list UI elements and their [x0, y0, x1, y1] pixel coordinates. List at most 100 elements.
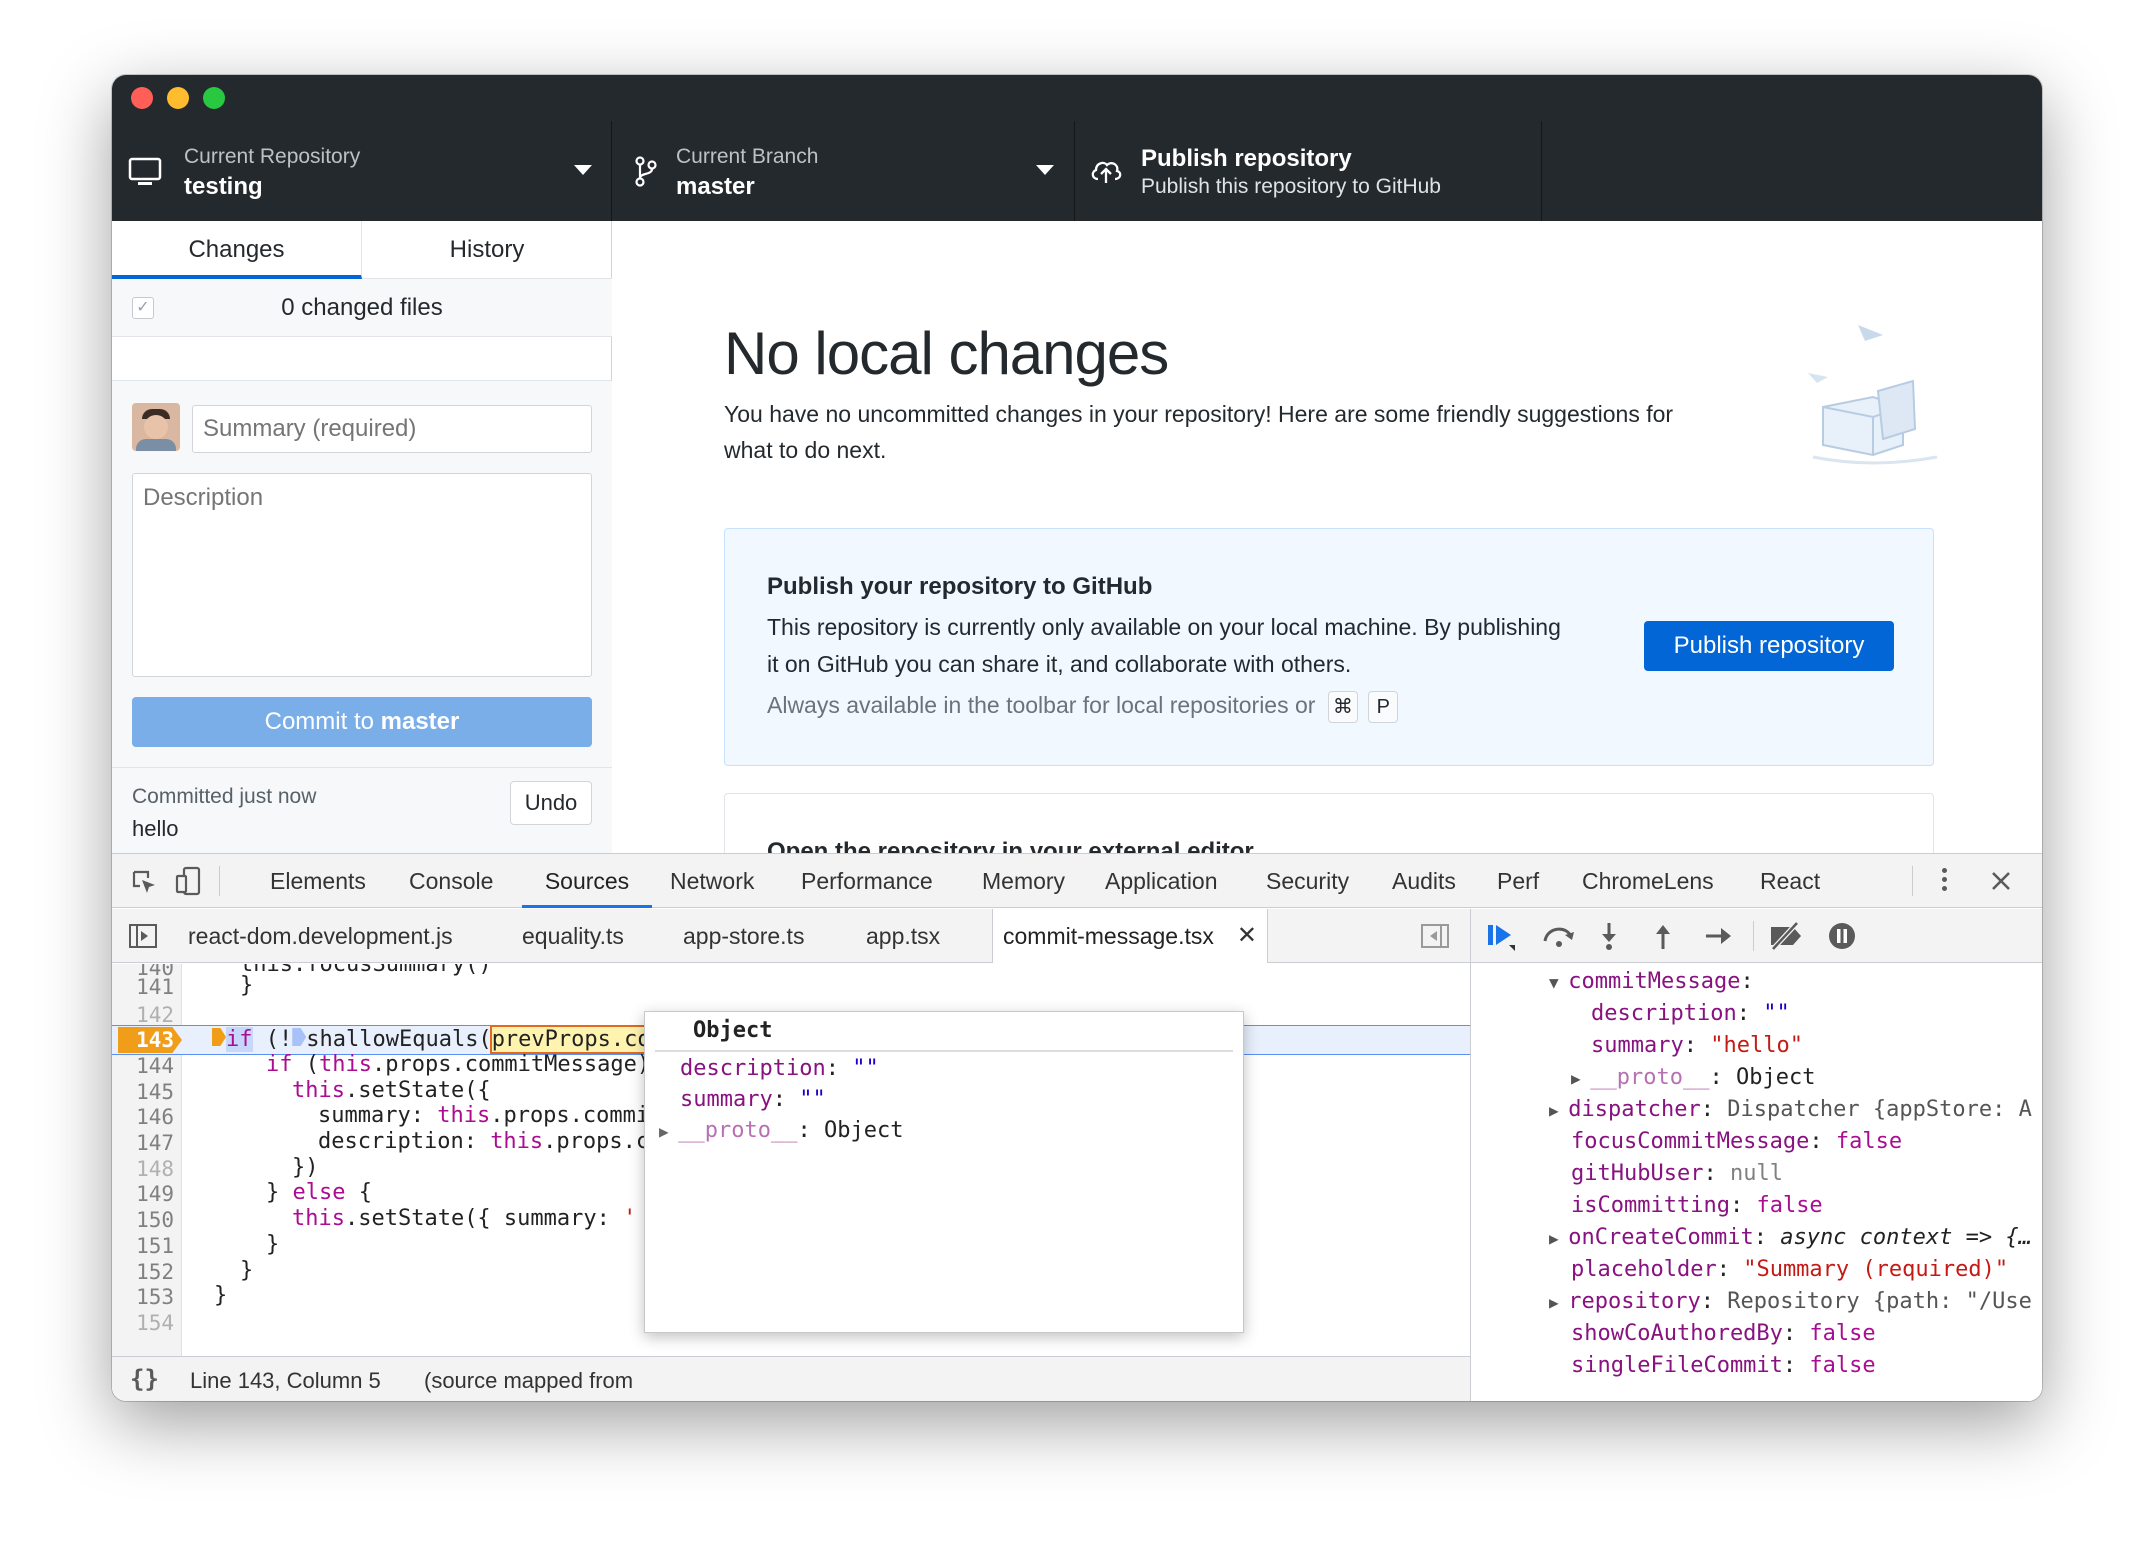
publish-card-title: Publish your repository to GitHub — [767, 573, 1153, 600]
external-editor-card-title: Open the repository in your external edi… — [767, 838, 1254, 853]
current-repository-name: testing — [184, 173, 263, 200]
scope-row[interactable]: ▶ __proto__: Object — [1571, 1065, 1815, 1090]
toggle-debugger-icon[interactable] — [1420, 923, 1450, 949]
more-options-icon[interactable] — [1942, 868, 1948, 894]
current-repository-label: Current Repository — [184, 145, 361, 168]
publish-repository-subtitle: Publish this repository to GitHub — [1141, 175, 1441, 198]
popover-row: summary: "" — [680, 1087, 826, 1112]
tab-react[interactable]: React — [1760, 854, 1820, 908]
step-over-icon[interactable] — [1541, 923, 1577, 949]
undo-button[interactable]: Undo — [510, 781, 592, 825]
scope-row: gitHubUser: null — [1571, 1161, 1783, 1186]
tab-network[interactable]: Network — [670, 854, 754, 908]
tab-security[interactable]: Security — [1266, 854, 1349, 908]
code-line: this.focusSummary() — [240, 964, 492, 977]
line-number: 147 — [136, 1131, 174, 1155]
zoom-window-button[interactable] — [203, 87, 225, 109]
step-into-icon[interactable] — [1597, 921, 1621, 951]
current-repository-button[interactable]: Current Repository testing — [112, 121, 612, 221]
current-branch-button[interactable]: Current Branch master — [612, 121, 1075, 221]
pretty-print-icon[interactable]: {} — [130, 1365, 159, 1393]
code-line: description: this.props.c — [318, 1129, 650, 1154]
last-commit-time: Committed just now — [132, 785, 317, 808]
minimize-window-button[interactable] — [167, 87, 189, 109]
line-number: 149 — [136, 1182, 174, 1206]
file-tab-app-store[interactable]: app-store.ts — [683, 909, 804, 963]
tab-sources[interactable]: Sources — [522, 854, 652, 908]
code-line: } — [214, 1283, 228, 1308]
step-icon[interactable] — [1703, 923, 1735, 949]
scope-row[interactable]: ▶ dispatcher: Dispatcher {appStore: A — [1549, 1097, 2032, 1122]
publish-repository-button[interactable]: Publish repository — [1644, 621, 1894, 671]
commit-button[interactable]: Commit to master — [132, 697, 592, 747]
scope-row: summary: "hello" — [1591, 1033, 1803, 1058]
triangle-right-icon: ▶ — [1549, 1293, 1569, 1312]
summary-input[interactable] — [192, 405, 592, 453]
scope-row-commitmessage[interactable]: ▼ commitMessage: — [1549, 969, 1754, 994]
file-tab-commit-message[interactable]: commit-message.tsx ✕ — [992, 909, 1268, 963]
scope-row: singleFileCommit: false — [1571, 1353, 1876, 1378]
toggle-navigator-icon[interactable] — [128, 923, 158, 949]
tab-chromelens[interactable]: ChromeLens — [1582, 854, 1714, 908]
file-list — [112, 337, 612, 381]
tab-perf[interactable]: Perf — [1497, 854, 1539, 908]
commit-button-branch: master — [380, 708, 460, 735]
sources-status-bar: {} Line 143, Column 5 (source mapped fro… — [112, 1356, 1470, 1401]
page-title: No local changes — [724, 320, 1169, 387]
scope-row[interactable]: ▶ repository: Repository {path: "/Use — [1549, 1289, 2032, 1314]
triangle-right-icon: ▶ — [1549, 1229, 1569, 1248]
tab-elements[interactable]: Elements — [270, 854, 366, 908]
intro-text: You have no uncommitted changes in your … — [724, 401, 1674, 463]
device-toolbar-icon[interactable] — [174, 866, 202, 896]
publish-repository-toolbar-button[interactable]: Publish repository Publish this reposito… — [1075, 121, 1542, 221]
keyboard-key-p: P — [1368, 691, 1399, 723]
file-tab-commit-message-label: commit-message.tsx — [1003, 923, 1214, 949]
publish-card-body: This repository is currently only availa… — [767, 614, 1561, 677]
pause-on-exceptions-icon[interactable] — [1827, 921, 1857, 951]
code-line: if (this.props.commitMessage) { — [266, 1052, 677, 1077]
tab-history[interactable]: History — [362, 221, 612, 279]
tab-changes[interactable]: Changes — [112, 221, 362, 279]
triangle-right-icon: ▶ — [659, 1122, 679, 1141]
cursor-position: Line 143, Column 5 — [190, 1368, 381, 1393]
line-number: 154 — [136, 1311, 174, 1335]
scope-row: showCoAuthoredBy: false — [1571, 1321, 1876, 1346]
deactivate-breakpoints-icon[interactable] — [1767, 921, 1805, 951]
current-branch-label: Current Branch — [676, 145, 819, 168]
line-number: 150 — [136, 1208, 174, 1232]
line-number: 144 — [136, 1054, 174, 1078]
code-line: this.setState({ summary: ' — [292, 1206, 637, 1231]
tab-application[interactable]: Application — [1105, 854, 1218, 908]
tab-audits[interactable]: Audits — [1392, 854, 1456, 908]
file-tab-equality[interactable]: equality.ts — [522, 909, 624, 963]
devtools-panel: Elements Console Sources Network Perform… — [112, 853, 2042, 1401]
file-tab-bar: react-dom.development.js equality.ts app… — [112, 909, 1470, 963]
close-window-button[interactable] — [131, 87, 153, 109]
triangle-right-icon: ▶ — [1571, 1069, 1591, 1088]
tab-console[interactable]: Console — [409, 854, 493, 908]
line-number: 146 — [136, 1105, 174, 1129]
inspect-element-icon[interactable] — [130, 868, 158, 896]
popover-row-proto[interactable]: ▶ __proto__: Object — [659, 1118, 903, 1143]
resume-icon[interactable] — [1485, 921, 1517, 951]
file-tab-react-dom[interactable]: react-dom.development.js — [188, 909, 453, 963]
commit-form: Commit to master Committed just now hell… — [112, 381, 612, 853]
object-preview-popover: Object description: "" summary: "" ▶ __p… — [644, 1011, 1244, 1333]
cloud-upload-icon — [1091, 161, 1122, 183]
publish-card-hint-text: Always available in the toolbar for loca… — [767, 692, 1316, 718]
file-tab-app[interactable]: app.tsx — [866, 909, 940, 963]
last-commit-message: hello — [132, 816, 179, 841]
description-textarea[interactable] — [132, 473, 592, 677]
keyboard-key-cmd: ⌘ — [1327, 691, 1358, 723]
close-icon[interactable] — [1990, 870, 2012, 892]
triangle-down-icon: ▼ — [1549, 973, 1569, 992]
tab-memory[interactable]: Memory — [982, 854, 1065, 908]
step-out-icon[interactable] — [1651, 921, 1675, 951]
code-line: } else { — [266, 1180, 372, 1205]
scope-row: description: "" — [1591, 1001, 1790, 1026]
tab-performance[interactable]: Performance — [801, 854, 933, 908]
app-window: Current Repository testing Current Branc… — [112, 75, 2042, 1401]
scope-row[interactable]: ▶ onCreateCommit: async context => {… — [1549, 1225, 2032, 1250]
line-number: 145 — [136, 1080, 174, 1104]
close-tab-icon[interactable]: ✕ — [1237, 909, 1257, 963]
